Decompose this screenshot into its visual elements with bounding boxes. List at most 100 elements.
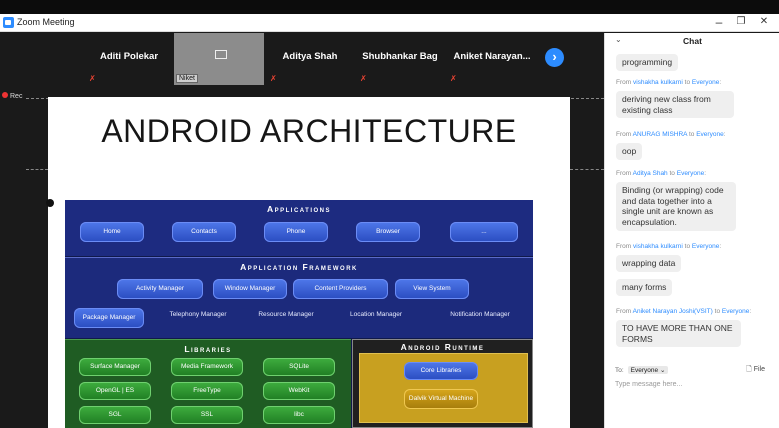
layer-heading: Libraries [184,344,232,354]
framework-block: Notification Manager [450,311,510,318]
to-word: to [669,170,675,177]
layer-heading: Applications [266,204,332,214]
framework-layer: Application Framework Activity Manager W… [65,257,533,338]
participant-name: Aditi Polekar [99,51,159,62]
sender-name: ANURAG MISHRA [632,131,688,138]
recipient-dropdown[interactable]: Everyone ⌄ [627,366,669,374]
chat-sender-line: From Aditya Shah to Everyone: [616,170,707,177]
runtime-block: Dalvik Virtual Machine [404,389,478,409]
slide-title: ANDROID ARCHITECTURE [101,113,517,149]
file-icon: 🗋 [746,366,752,373]
participant-tile[interactable]: Aditi Polekar ✗ [85,33,173,85]
chat-sender-line: From vishakha kulkarni to Everyone: [616,79,722,86]
chat-message: deriving new class from existing class [616,91,734,119]
mic-muted-icon: ✗ [360,74,367,83]
to-word: to [684,243,691,250]
from-prefix: From [616,243,632,250]
runtime-layer: Android Runtime Core Libraries Dalvik Vi… [352,339,533,428]
to-word: to [688,131,695,138]
recording-indicator: Rec [2,92,22,100]
from-prefix: From [616,170,632,177]
participant-strip: Aditi Polekar ✗ Niket Aditya Shah ✗ Shub… [0,33,604,87]
app-block: Phone [264,222,328,242]
meeting-video-area: Aditi Polekar ✗ Niket Aditya Shah ✗ Shub… [0,33,604,428]
layer-heading: Application Framework [240,262,358,272]
slide-bullet [46,199,54,207]
applications-layer: Applications Home Contacts Phone Browser… [65,200,533,256]
shared-slide: ANDROID ARCHITECTURE Applications Home C… [48,97,570,428]
chat-message: many forms [616,279,673,296]
mic-muted-icon: ✗ [450,74,457,83]
share-border-left-mark [26,169,48,170]
mic-muted-icon: ✗ [270,74,277,83]
from-prefix: From [616,308,632,315]
next-page-button[interactable]: › [545,48,564,67]
zoom-app-icon [3,17,14,28]
window-titlebar: Zoom Meeting – ❐ ✕ [0,14,779,32]
sender-name: vishakha kulkarni [632,243,683,250]
library-block: FreeType [171,382,243,400]
library-block: OpenGL | ES [79,382,151,400]
top-strip [0,0,779,14]
chat-message: programming [616,54,679,71]
recording-label: Rec [10,93,23,100]
library-block: SSL [171,406,243,424]
app-block: Home [80,222,144,242]
participant-tile[interactable]: Shubhankar Bag ✗ [356,33,444,85]
chat-message: TO HAVE MORE THAN ONE FORMS [616,320,741,348]
sender-name: Aniket Narayan Joshi(VSIT) [632,308,713,315]
framework-block: Package Manager [74,308,144,328]
recipient-name: Everyone [691,243,720,250]
sender-name: Aditya Shah [632,170,668,177]
camera-off-icon [215,50,227,59]
architecture-diagram: Applications Home Contacts Phone Browser… [65,200,533,428]
library-block: Media Framework [171,358,243,376]
participant-tile[interactable]: Aniket Narayan... ✗ [446,33,538,85]
mic-muted-icon: ✗ [89,74,96,83]
participant-name: Shubhankar Bag [362,51,438,62]
recipient-name: Everyone [696,131,724,138]
app-block: Contacts [172,222,236,242]
chat-header: ⌄ Chat [605,33,779,47]
recipient-name: Everyone [691,79,720,86]
chat-sender-line: From Aniket Narayan Joshi(VSIT) to Every… [616,308,752,315]
chat-message: wrapping data [616,255,682,272]
recipient-name: Everyone [721,308,750,315]
close-button[interactable]: ✕ [756,15,772,29]
framework-block: Resource Manager [258,311,314,318]
recipient-name: Everyone [676,170,705,177]
restore-button[interactable]: ❐ [733,15,749,29]
window-title: Zoom Meeting [17,17,75,27]
framework-block: Activity Manager [117,279,203,299]
chat-message: Binding (or wrapping) code and data toge… [616,182,736,231]
chat-input[interactable]: Type message here... [615,381,682,388]
share-border-right-mark [570,169,604,170]
participant-tile-active[interactable]: Niket [174,33,264,85]
library-block: WebKit [263,382,335,400]
chat-sender-line: From vishakha kulkarni to Everyone: [616,243,722,250]
record-dot-icon [2,92,8,98]
file-button[interactable]: 🗋 File [746,365,765,376]
library-block: SGL [79,406,151,424]
library-block: libc [263,406,335,424]
library-block: Surface Manager [79,358,151,376]
minimize-button[interactable]: – [711,15,727,29]
layer-heading: Android Runtime [400,342,485,352]
participant-tile[interactable]: Aditya Shah ✗ [266,33,354,85]
recipient-label: To: [615,367,624,374]
chat-message: oop [616,143,643,160]
sender-name: vishakha kulkarni [632,79,683,86]
participant-name: Aniket Narayan... [453,51,531,62]
runtime-block: Core Libraries [404,362,478,380]
runtime-panel: Core Libraries Dalvik Virtual Machine [359,353,528,423]
chat-title: Chat [683,36,702,46]
framework-block: Location Manager [349,311,403,318]
framework-block: Window Manager [213,279,287,299]
framework-block: Telephony Manager [169,311,227,318]
chat-sender-line: From ANURAG MISHRA to Everyone: [616,131,726,138]
recipient-row: To: Everyone ⌄ [615,366,669,374]
participant-name: Niket [176,74,198,83]
app-block: Browser [356,222,420,242]
to-word: to [714,308,721,315]
chat-panel: ⌄ Chat programming From vishakha kulkarn… [604,33,779,428]
